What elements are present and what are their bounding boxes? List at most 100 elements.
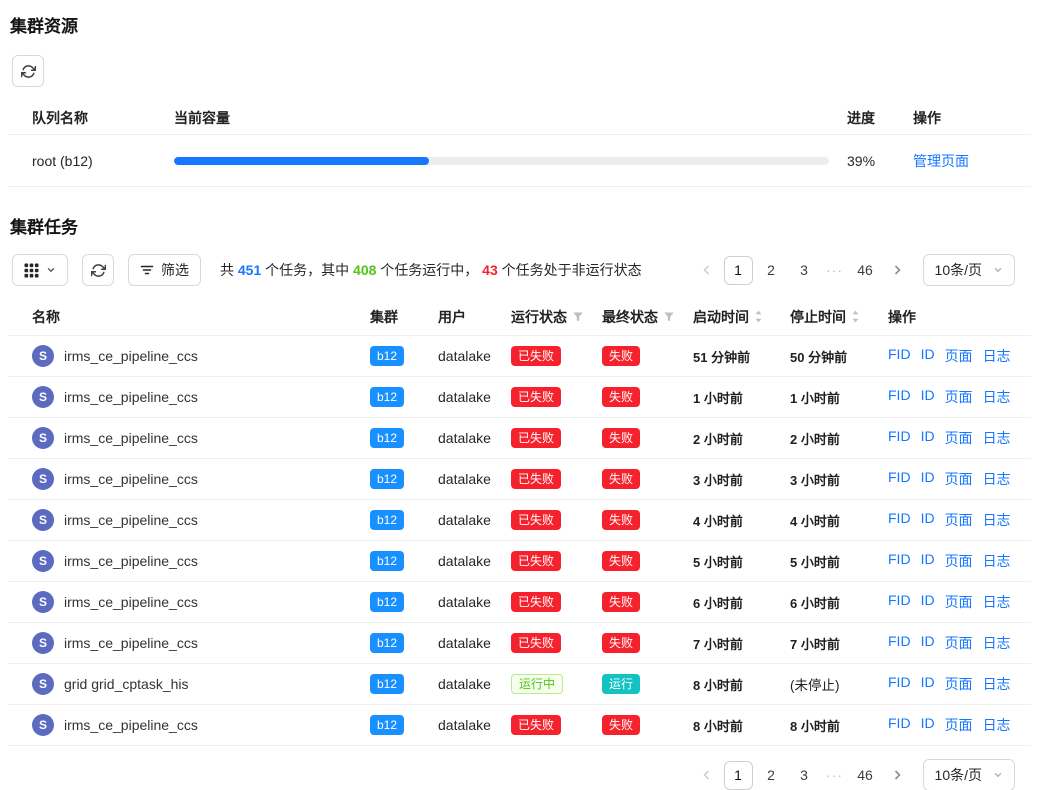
op-link-fid[interactable]: FID	[888, 469, 911, 489]
op-link-日志[interactable]: 日志	[983, 510, 1011, 530]
cluster-resources-table: 队列名称 当前容量 进度 操作 root (b12) 39% 管理页面	[8, 101, 1031, 187]
op-link-日志[interactable]: 日志	[983, 674, 1011, 694]
op-link-fid[interactable]: FID	[888, 592, 911, 612]
op-link-id[interactable]: ID	[921, 551, 935, 571]
stop-time: 4 小时前	[790, 511, 888, 530]
page-size-label: 10条/页	[935, 765, 982, 785]
run-status-badge: 已失败	[511, 346, 561, 366]
final-status-badge: 失败	[602, 428, 640, 448]
op-link-页面[interactable]: 页面	[945, 510, 973, 530]
cluster-badge: b12	[370, 510, 404, 530]
task-avatar: S	[32, 509, 54, 531]
filter-button[interactable]: 筛选	[128, 254, 201, 286]
final-status-badge: 失败	[602, 346, 640, 366]
op-link-fid[interactable]: FID	[888, 551, 911, 571]
op-link-日志[interactable]: 日志	[983, 387, 1011, 407]
op-link-fid[interactable]: FID	[888, 510, 911, 530]
op-link-页面[interactable]: 页面	[945, 592, 973, 612]
final-status-badge: 运行	[602, 674, 640, 694]
op-link-页面[interactable]: 页面	[945, 674, 973, 694]
pagination-bottom-wrap: 123···4610条/页	[8, 759, 1031, 790]
sorter-icon[interactable]	[754, 310, 763, 323]
pagination-page-2[interactable]: 2	[757, 761, 786, 790]
task-row: S irms_ce_pipeline_ccs b12 datalake 已失败 …	[8, 500, 1031, 541]
pagination-next-button[interactable]	[884, 256, 910, 284]
final-status-badge: 失败	[602, 469, 640, 489]
op-link-id[interactable]: ID	[921, 387, 935, 407]
page-size-select[interactable]: 10条/页	[923, 254, 1015, 286]
refresh-icon	[21, 64, 36, 79]
op-link-id[interactable]: ID	[921, 510, 935, 530]
resources-refresh-button[interactable]	[12, 55, 44, 87]
pagination-page-46[interactable]: 46	[851, 256, 880, 285]
op-link-id[interactable]: ID	[921, 633, 935, 653]
op-link-页面[interactable]: 页面	[945, 633, 973, 653]
col-user: 用户	[438, 307, 511, 327]
task-user: datalake	[438, 389, 511, 405]
op-link-id[interactable]: ID	[921, 592, 935, 612]
op-link-日志[interactable]: 日志	[983, 715, 1011, 735]
op-link-页面[interactable]: 页面	[945, 387, 973, 407]
start-time: 51 分钟前	[693, 347, 790, 366]
manage-page-link[interactable]: 管理页面	[913, 153, 969, 169]
pagination-bottom: 123···4610条/页	[694, 759, 1015, 790]
pagination-page-46[interactable]: 46	[851, 761, 880, 790]
op-link-页面[interactable]: 页面	[945, 469, 973, 489]
op-link-fid[interactable]: FID	[888, 428, 911, 448]
op-link-id[interactable]: ID	[921, 428, 935, 448]
tasks-refresh-button[interactable]	[82, 254, 114, 286]
op-link-日志[interactable]: 日志	[983, 551, 1011, 571]
task-ops: FID ID 页面日志	[888, 592, 1011, 612]
start-time: 1 小时前	[693, 388, 790, 407]
op-link-id[interactable]: ID	[921, 674, 935, 694]
cluster-badge: b12	[370, 633, 404, 653]
final-status-badge: 失败	[602, 592, 640, 612]
filter-funnel-icon[interactable]	[663, 311, 675, 323]
op-link-fid[interactable]: FID	[888, 633, 911, 653]
op-link-fid[interactable]: FID	[888, 387, 911, 407]
pagination-prev-button[interactable]	[694, 761, 720, 789]
pagination-page-3[interactable]: 3	[790, 256, 819, 285]
task-name-cell: S irms_ce_pipeline_ccs	[32, 427, 370, 449]
start-time: 2 小时前	[693, 429, 790, 448]
op-link-页面[interactable]: 页面	[945, 715, 973, 735]
op-link-日志[interactable]: 日志	[983, 592, 1011, 612]
task-ops: FID ID 页面日志	[888, 346, 1011, 366]
op-link-日志[interactable]: 日志	[983, 428, 1011, 448]
pagination-prev-button[interactable]	[694, 256, 720, 284]
stopped-task-count: 43	[482, 262, 498, 278]
filter-button-label: 筛选	[161, 260, 189, 280]
op-link-页面[interactable]: 页面	[945, 551, 973, 571]
op-link-id[interactable]: ID	[921, 715, 935, 735]
task-ops: FID ID 页面日志	[888, 510, 1011, 530]
op-link-页面[interactable]: 页面	[945, 346, 973, 366]
pagination-page-1[interactable]: 1	[724, 761, 753, 790]
summary-text-2: 个任务，其中	[261, 262, 353, 278]
task-row: S irms_ce_pipeline_ccs b12 datalake 已失败 …	[8, 459, 1031, 500]
op-link-id[interactable]: ID	[921, 469, 935, 489]
filter-lines-icon	[140, 263, 154, 277]
task-row: S irms_ce_pipeline_ccs b12 datalake 已失败 …	[8, 705, 1031, 746]
start-time: 4 小时前	[693, 511, 790, 530]
task-name-cell: S irms_ce_pipeline_ccs	[32, 468, 370, 490]
pagination-next-button[interactable]	[884, 761, 910, 789]
page-size-select[interactable]: 10条/页	[923, 759, 1015, 790]
task-name: irms_ce_pipeline_ccs	[64, 430, 198, 446]
op-link-日志[interactable]: 日志	[983, 469, 1011, 489]
op-link-fid[interactable]: FID	[888, 346, 911, 366]
pagination-page-2[interactable]: 2	[757, 256, 786, 285]
op-link-日志[interactable]: 日志	[983, 633, 1011, 653]
op-link-fid[interactable]: FID	[888, 674, 911, 694]
sorter-icon[interactable]	[851, 310, 860, 323]
task-row: S irms_ce_pipeline_ccs b12 datalake 已失败 …	[8, 377, 1031, 418]
pagination-page-3[interactable]: 3	[790, 761, 819, 790]
progress-fill	[174, 157, 429, 165]
density-button[interactable]	[12, 254, 68, 286]
op-link-日志[interactable]: 日志	[983, 346, 1011, 366]
op-link-页面[interactable]: 页面	[945, 428, 973, 448]
op-link-fid[interactable]: FID	[888, 715, 911, 735]
filter-funnel-icon[interactable]	[572, 311, 584, 323]
stop-time: 5 小时前	[790, 552, 888, 571]
pagination-page-1[interactable]: 1	[724, 256, 753, 285]
op-link-id[interactable]: ID	[921, 346, 935, 366]
